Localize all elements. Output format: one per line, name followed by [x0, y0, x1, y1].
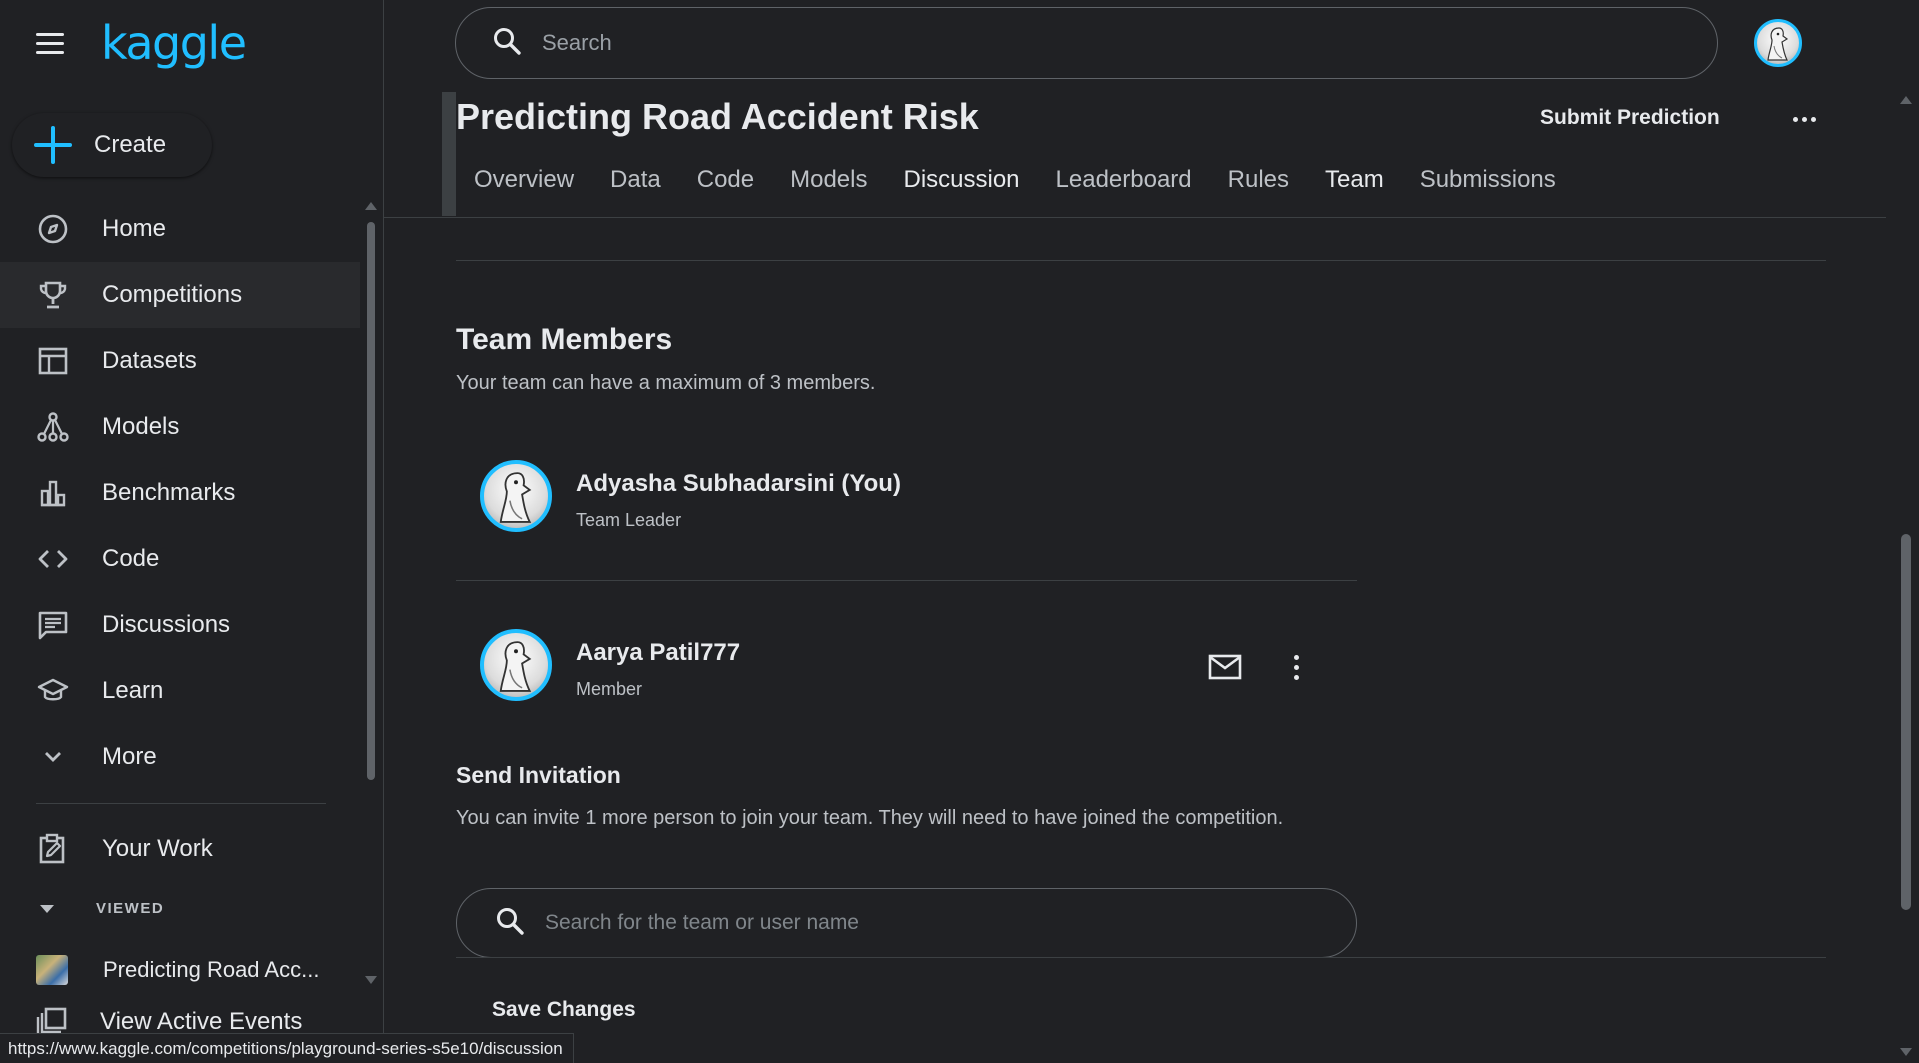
more-options-icon[interactable] [1784, 104, 1824, 134]
sidebar-item-models[interactable]: Models [0, 394, 360, 460]
sidebar-item-discussions[interactable]: Discussions [0, 592, 360, 658]
sidebar-item-learn[interactable]: Learn [0, 658, 360, 724]
team-member-row: Adyasha Subhadarsini (You) Team Leader [456, 460, 1356, 580]
viewed-section-header[interactable]: VIEWED [40, 900, 164, 917]
trophy-icon [36, 278, 70, 312]
plus-icon [34, 126, 72, 164]
page-title: Predicting Road Accident Risk [456, 96, 979, 137]
sidebar-item-label: Code [102, 545, 160, 572]
tab-overview[interactable]: Overview [456, 158, 592, 202]
team-member-row: Aarya Patil777 Member [456, 629, 1356, 749]
tab-code[interactable]: Code [679, 158, 772, 202]
compass-icon [36, 212, 70, 246]
user-avatar[interactable] [1754, 19, 1802, 67]
tab-rules[interactable]: Rules [1210, 158, 1307, 202]
sidebar-item-label: Home [102, 215, 167, 242]
header-divider [384, 217, 1886, 218]
invitation-description: You can invite 1 more person to join you… [456, 807, 1284, 829]
clipboard-edit-icon [36, 832, 70, 866]
graduation-cap-icon [36, 674, 70, 708]
sidebar: kaggle Create Home Competitions Datasets [0, 0, 384, 1063]
content-divider [456, 260, 1826, 261]
competition-tabs: Overview Data Code Models Discussion Lea… [456, 158, 1574, 202]
page-scrollbar-thumb[interactable] [1901, 534, 1911, 910]
kaggle-logo[interactable]: kaggle [101, 18, 247, 68]
search-icon [495, 906, 525, 941]
sidebar-item-label: Datasets [102, 347, 197, 374]
table-icon [36, 344, 70, 378]
member-role: Team Leader [576, 510, 682, 530]
hamburger-menu-icon[interactable] [36, 26, 70, 60]
submit-prediction-button[interactable]: Submit Prediction [1524, 93, 1736, 143]
brand: kaggle [36, 18, 247, 68]
page-scroll-down-icon[interactable] [1900, 1048, 1912, 1056]
viewed-header-label: VIEWED [96, 900, 165, 917]
sidebar-scrollbar-thumb[interactable] [367, 222, 375, 780]
create-button[interactable]: Create [12, 113, 212, 177]
member-divider [456, 580, 1357, 581]
member-options-icon[interactable] [1286, 650, 1306, 684]
recent-item-label: Predicting Road Acc... [103, 957, 320, 982]
sidebar-item-label: Models [102, 413, 180, 440]
sidebar-item-label: Competitions [102, 281, 243, 308]
sidebar-item-label: Your Work [102, 835, 213, 862]
chevron-down-icon [36, 740, 70, 774]
recent-competition-item[interactable]: Predicting Road Acc... [36, 955, 319, 985]
sidebar-your-work: Your Work [0, 816, 360, 882]
save-changes-button[interactable]: Save Changes [470, 990, 658, 1030]
sidebar-item-competitions[interactable]: Competitions [0, 262, 360, 328]
discussion-icon [36, 608, 70, 642]
mail-icon[interactable] [1208, 650, 1242, 684]
team-members-title: Team Members [456, 323, 673, 356]
tab-team[interactable]: Team [1307, 158, 1402, 202]
header-accent-bar [442, 92, 456, 216]
global-search[interactable] [455, 7, 1718, 79]
tab-submissions[interactable]: Submissions [1402, 158, 1574, 202]
member-avatar[interactable] [480, 629, 552, 701]
models-icon [36, 410, 70, 444]
caret-down-icon [40, 904, 54, 913]
sidebar-item-code[interactable]: Code [0, 526, 360, 592]
member-name[interactable]: Adyasha Subhadarsini (You) [576, 470, 901, 498]
tab-discussion[interactable]: Discussion [885, 158, 1037, 202]
sidebar-item-datasets[interactable]: Datasets [0, 328, 360, 394]
competition-thumbnail [36, 955, 68, 985]
page-scroll-up-icon[interactable] [1900, 96, 1912, 104]
sidebar-item-label: More [102, 743, 157, 770]
search-input[interactable] [540, 29, 1640, 57]
invite-search[interactable] [456, 888, 1357, 958]
scroll-up-icon[interactable] [365, 202, 377, 210]
sidebar-nav: Home Competitions Datasets Models Benchm… [0, 196, 360, 790]
search-icon [492, 26, 522, 61]
bar-chart-icon [36, 476, 70, 510]
browser-status-url: https://www.kaggle.com/competitions/play… [0, 1033, 574, 1063]
member-avatar[interactable] [480, 460, 552, 532]
sidebar-divider [36, 803, 326, 804]
sidebar-item-your-work[interactable]: Your Work [0, 816, 360, 882]
sidebar-item-label: Discussions [102, 611, 231, 638]
sidebar-item-label: Benchmarks [102, 479, 236, 506]
member-role: Member [576, 679, 643, 699]
code-icon [36, 542, 70, 576]
sidebar-item-home[interactable]: Home [0, 196, 360, 262]
footer-divider [456, 957, 1826, 958]
tab-data[interactable]: Data [592, 158, 679, 202]
events-label: View Active Events [100, 1007, 303, 1035]
sidebar-item-label: Learn [102, 677, 164, 704]
team-members-subtitle: Your team can have a maximum of 3 member… [456, 372, 876, 394]
tab-models[interactable]: Models [772, 158, 885, 202]
scroll-down-icon[interactable] [365, 976, 377, 984]
tab-leaderboard[interactable]: Leaderboard [1038, 158, 1210, 202]
sidebar-item-benchmarks[interactable]: Benchmarks [0, 460, 360, 526]
create-label: Create [94, 131, 167, 158]
invite-search-input[interactable] [543, 910, 1323, 936]
member-name[interactable]: Aarya Patil777 [576, 639, 740, 667]
send-invitation-title: Send Invitation [456, 762, 621, 788]
sidebar-item-more[interactable]: More [0, 724, 360, 790]
